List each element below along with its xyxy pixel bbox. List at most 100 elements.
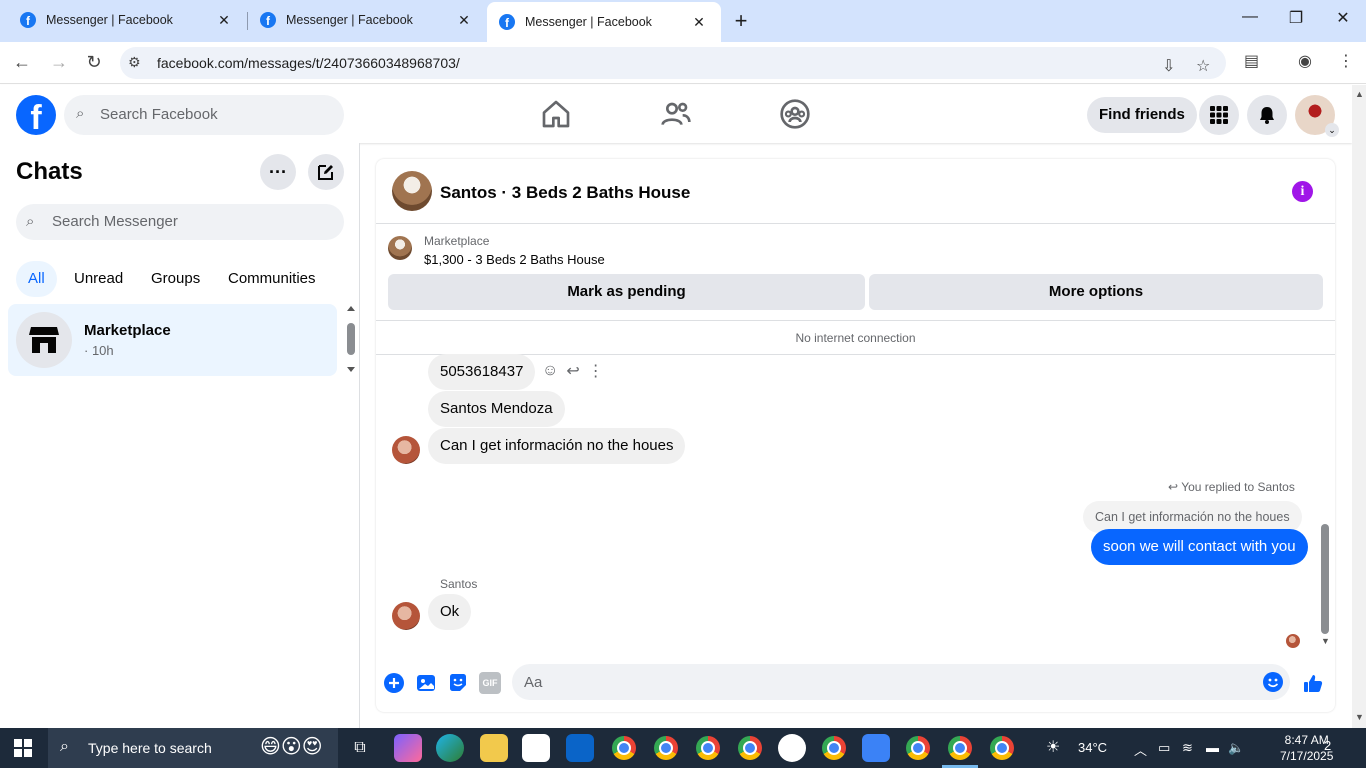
browser-tab[interactable]: f Messenger | Facebook ✕ bbox=[8, 0, 246, 40]
message-actions: ☺ ↩ ⋮ bbox=[542, 361, 604, 381]
react-emoji-icon[interactable]: ☺ bbox=[542, 362, 558, 380]
message-bubble[interactable]: Ok bbox=[428, 594, 472, 630]
maximize-window-button[interactable]: ❐ bbox=[1286, 8, 1306, 28]
browser-menu-icon[interactable]: ⋮ bbox=[1338, 51, 1354, 71]
taskbar-search[interactable]: ⌕ Type here to search 😄😮😍 bbox=[48, 728, 338, 768]
sticker-icon[interactable] bbox=[447, 672, 469, 694]
notification-center-icon[interactable]: 2 bbox=[1324, 738, 1348, 758]
listing-title[interactable]: $1,300 - 3 Beds 2 Baths House bbox=[424, 252, 605, 267]
chrome-icon[interactable] bbox=[906, 736, 930, 760]
site-settings-icon[interactable]: ⚙ bbox=[128, 54, 141, 71]
search-messenger-placeholder: Search Messenger bbox=[52, 213, 178, 230]
reload-icon[interactable]: ↻ bbox=[83, 52, 105, 73]
meet-now-icon[interactable]: ▭ bbox=[1158, 740, 1170, 756]
chrome-icon[interactable] bbox=[612, 736, 636, 760]
more-vertical-icon[interactable]: ⋮ bbox=[588, 361, 604, 381]
battery-icon[interactable]: ▬ bbox=[1206, 740, 1219, 755]
new-tab-button[interactable]: + bbox=[731, 8, 751, 34]
tab-title: Messenger | Facebook bbox=[46, 13, 173, 27]
bookmark-star-icon[interactable]: ☆ bbox=[1196, 56, 1210, 76]
more-options-icon[interactable]: ··· bbox=[260, 154, 296, 190]
add-circle-icon[interactable] bbox=[383, 672, 405, 694]
groups-icon[interactable] bbox=[779, 98, 811, 130]
photos-icon[interactable] bbox=[862, 734, 890, 762]
scroll-up-arrow-icon[interactable]: ▲ bbox=[1355, 89, 1364, 99]
search-messenger-input[interactable]: ⌕ Search Messenger bbox=[16, 204, 344, 240]
filter-groups[interactable]: Groups bbox=[139, 261, 212, 297]
close-tab-icon[interactable]: ✕ bbox=[454, 12, 474, 29]
conversation-title[interactable]: Santos · 3 Beds 2 Baths House bbox=[440, 183, 690, 203]
thumbs-up-icon[interactable] bbox=[1302, 672, 1324, 694]
conversation-avatar[interactable] bbox=[392, 171, 432, 211]
back-arrow-icon[interactable]: ← bbox=[11, 52, 33, 73]
search-icon: ⌕ bbox=[26, 213, 35, 230]
facebook-logo[interactable]: f bbox=[16, 95, 56, 135]
edge-browser-icon[interactable] bbox=[436, 734, 464, 762]
close-window-button[interactable]: ✕ bbox=[1333, 8, 1353, 28]
url-text[interactable]: facebook.com/messages/t/2407366034896870… bbox=[157, 55, 460, 71]
home-icon[interactable] bbox=[540, 98, 572, 130]
chat-list-item[interactable]: Marketplace · 10h bbox=[8, 304, 337, 376]
weather-icon[interactable]: ☀ bbox=[1046, 737, 1060, 757]
emoji-icon[interactable] bbox=[1262, 671, 1284, 693]
friends-icon[interactable] bbox=[660, 98, 692, 130]
outlook-icon[interactable] bbox=[566, 734, 594, 762]
account-avatar[interactable]: ⌄ bbox=[1295, 95, 1339, 137]
file-explorer-icon[interactable] bbox=[480, 734, 508, 762]
gif-icon[interactable]: GIF bbox=[479, 672, 501, 694]
message-bubble[interactable]: 5053618437 bbox=[428, 354, 536, 390]
more-options-button[interactable]: More options bbox=[869, 274, 1323, 310]
copilot-icon[interactable] bbox=[394, 734, 422, 762]
chrome-icon[interactable] bbox=[948, 736, 972, 760]
chat-name: Marketplace bbox=[84, 322, 171, 339]
page-scrollbar[interactable]: ▲ ▼ bbox=[1352, 85, 1366, 728]
browser-tab[interactable]: f Messenger | Facebook ✕ bbox=[248, 0, 486, 40]
chrome-icon[interactable] bbox=[696, 736, 720, 760]
scroll-down-arrow-icon[interactable]: ▼ bbox=[1321, 636, 1330, 646]
profile-icon[interactable]: ◉ bbox=[1298, 51, 1312, 71]
sidebar-scrollbar[interactable] bbox=[346, 305, 356, 375]
filter-unread[interactable]: Unread bbox=[62, 261, 135, 297]
microsoft-store-icon[interactable] bbox=[522, 734, 550, 762]
photo-icon[interactable] bbox=[415, 672, 437, 694]
windows-start-icon[interactable] bbox=[14, 739, 32, 757]
message-bubble[interactable]: Santos Mendoza bbox=[428, 391, 565, 427]
chrome-icon[interactable] bbox=[990, 736, 1014, 760]
reply-icon[interactable]: ↩ bbox=[566, 361, 579, 381]
task-view-icon[interactable]: ⧉ bbox=[346, 734, 374, 762]
browser-tab-active[interactable]: f Messenger | Facebook ✕ bbox=[487, 2, 721, 42]
notifications-bell-icon[interactable] bbox=[1247, 95, 1287, 135]
forward-arrow-icon[interactable]: → bbox=[48, 52, 70, 73]
new-message-icon[interactable] bbox=[308, 154, 344, 190]
mark-as-pending-button[interactable]: Mark as pending bbox=[388, 274, 865, 310]
wifi-icon[interactable]: ≋ bbox=[1182, 740, 1193, 756]
chrome-icon[interactable] bbox=[822, 736, 846, 760]
message-input[interactable]: Aa bbox=[512, 664, 1290, 700]
chevron-down-icon: ⌄ bbox=[1325, 123, 1339, 137]
weather-temperature[interactable]: 34°C bbox=[1078, 740, 1107, 755]
close-tab-icon[interactable]: ✕ bbox=[214, 12, 234, 29]
find-friends-button[interactable]: Find friends bbox=[1087, 97, 1197, 133]
chrome-icon[interactable] bbox=[654, 736, 678, 760]
reply-note-text: You replied to Santos bbox=[1181, 480, 1295, 494]
reply-indicator: ↩ You replied to Santos bbox=[1168, 480, 1295, 494]
browser-toolbar: ← → ↻ ⚙ facebook.com/messages/t/24073660… bbox=[0, 42, 1366, 84]
install-app-icon[interactable]: ⇩ bbox=[1162, 56, 1175, 76]
menu-grid-icon[interactable] bbox=[1199, 95, 1239, 135]
app-icon[interactable] bbox=[778, 734, 806, 762]
close-tab-icon[interactable]: ✕ bbox=[689, 14, 709, 31]
reading-list-icon[interactable]: ▤ bbox=[1244, 51, 1259, 71]
show-hidden-icons-icon[interactable]: ︿ bbox=[1134, 740, 1147, 759]
filter-communities[interactable]: Communities bbox=[216, 261, 328, 297]
volume-icon[interactable]: 🔈 bbox=[1228, 740, 1244, 756]
minimize-window-button[interactable]: — bbox=[1240, 8, 1260, 26]
info-icon[interactable]: i bbox=[1292, 181, 1313, 202]
facebook-search[interactable]: ⌕ Search Facebook bbox=[64, 95, 344, 135]
address-bar[interactable]: ⚙ facebook.com/messages/t/24073660348968… bbox=[120, 47, 1226, 79]
my-message-bubble[interactable]: soon we will contact with you bbox=[1091, 529, 1308, 565]
message-bubble[interactable]: Can I get información no the houes bbox=[428, 428, 686, 464]
filter-all[interactable]: All bbox=[16, 261, 57, 297]
scroll-down-arrow-icon[interactable]: ▼ bbox=[1355, 712, 1364, 722]
conversation-scrollbar[interactable] bbox=[1321, 524, 1329, 634]
chrome-icon[interactable] bbox=[738, 736, 762, 760]
